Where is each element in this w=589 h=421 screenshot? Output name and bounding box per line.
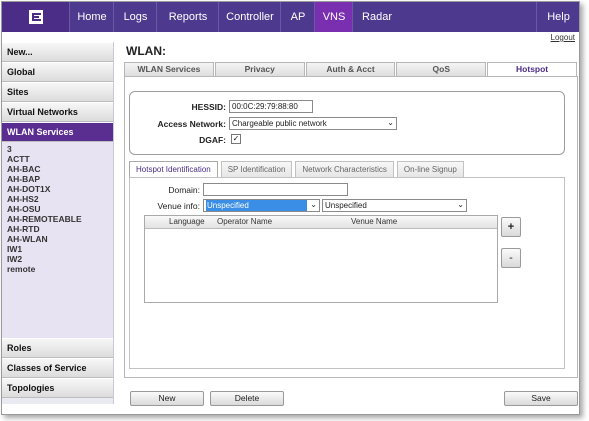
hotspot-general-box: HESSID: 00:0C:29:79:88:80 Access Network… — [129, 91, 565, 155]
access-network-select[interactable]: Chargeable public network ⌄ — [229, 117, 397, 130]
subtab-hotspot-identification[interactable]: Hotspot Identification — [129, 161, 218, 177]
tab-qos[interactable]: QoS — [396, 62, 487, 76]
venue-type-value: Unspecified — [325, 201, 367, 210]
list-item[interactable]: ACTT — [7, 154, 113, 164]
chevron-down-icon: ⌄ — [457, 200, 464, 209]
brand-logo-icon-svg — [28, 10, 43, 24]
list-item[interactable]: AH-REMOTEABLE — [7, 214, 113, 224]
brand-logo-icon[interactable] — [2, 2, 69, 32]
list-item[interactable]: 3 — [7, 144, 113, 154]
wlan-services-list: 3 ACTT AH-BAC AH-BAP AH-DOT1X AH-HS2 AH-… — [2, 142, 113, 340]
save-button[interactable]: Save — [504, 391, 578, 406]
wlan-tab-bar: WLAN Services Privacy Auth & Acct QoS Ho… — [124, 62, 578, 76]
access-network-label: Access Network: — [157, 119, 226, 129]
hessid-label: HESSID: — [191, 102, 226, 112]
add-button[interactable]: + — [501, 217, 521, 237]
domain-label: Domain: — [168, 185, 200, 195]
sidebar-item-virtual-networks[interactable]: Virtual Networks — [2, 102, 113, 122]
page-title: WLAN: — [126, 44, 166, 58]
nav-reports[interactable]: Reports — [156, 2, 219, 32]
hotspot-panel: HESSID: 00:0C:29:79:88:80 Access Network… — [124, 76, 578, 378]
sidebar-item-global[interactable]: Global — [2, 62, 113, 82]
sidebar-item-sites[interactable]: Sites — [2, 82, 113, 102]
dgaf-checkbox[interactable]: ✓ — [231, 134, 241, 144]
chevron-down-icon: ⌄ — [387, 118, 394, 127]
column-header-venue-name[interactable]: Venue Name — [351, 216, 397, 228]
remove-button[interactable]: - — [501, 248, 521, 268]
list-item[interactable]: AH-RTD — [7, 224, 113, 234]
tab-hotspot[interactable]: Hotspot — [487, 62, 577, 76]
column-header-operator-name[interactable]: Operator Name — [217, 216, 272, 228]
sidebar-item-topologies[interactable]: Topologies — [2, 378, 113, 398]
venue-group-value: Unspecified — [206, 200, 307, 211]
app-window: Home Logs Reports Controller AP VNS Rada… — [1, 1, 580, 415]
venue-type-select[interactable]: Unspecified ⌄ — [322, 199, 467, 212]
sidebar-bottom-group: Roles Classes of Service Topologies — [2, 338, 113, 398]
nav-vns[interactable]: VNS — [314, 2, 353, 32]
nav-help[interactable]: Help — [536, 2, 579, 32]
venue-info-label: Venue info: — [157, 201, 200, 211]
nav-home[interactable]: Home — [69, 2, 114, 32]
list-item[interactable]: IW1 — [7, 244, 113, 254]
domain-field[interactable] — [203, 183, 348, 196]
sidebar-item-classes-of-service[interactable]: Classes of Service — [2, 358, 113, 378]
sidebar-item-wlan-services[interactable]: WLAN Services — [2, 122, 113, 142]
column-header-language[interactable]: Language — [169, 216, 205, 228]
list-item[interactable]: remote — [7, 264, 113, 274]
sidebar: New... Global Sites Virtual Networks WLA… — [2, 42, 114, 404]
tab-privacy[interactable]: Privacy — [214, 62, 305, 76]
list-item[interactable]: AH-BAP — [7, 174, 113, 184]
list-item[interactable]: AH-BAC — [7, 164, 113, 174]
logout-link[interactable]: Logout — [551, 33, 575, 42]
list-item[interactable]: AH-HS2 — [7, 194, 113, 204]
dgaf-label: DGAF: — [199, 135, 226, 145]
hotspot-subtab-bar: Hotspot Identification SP Identification… — [129, 161, 567, 177]
nav-radar[interactable]: Radar — [352, 2, 401, 32]
list-item[interactable]: AH-DOT1X — [7, 184, 113, 194]
venue-group-select[interactable]: Unspecified ⌄ — [203, 199, 320, 212]
list-item[interactable]: AH-WLAN — [7, 234, 113, 244]
nav-ap[interactable]: AP — [280, 2, 315, 32]
hessid-field[interactable]: 00:0C:29:79:88:80 — [229, 100, 313, 113]
nav-logs[interactable]: Logs — [113, 2, 157, 32]
subtab-sp-identification[interactable]: SP Identification — [220, 161, 293, 177]
list-item[interactable]: AH-OSU — [7, 204, 113, 214]
subtab-network-characteristics[interactable]: Network Characteristics — [295, 161, 394, 177]
tab-auth-acct[interactable]: Auth & Acct — [305, 62, 396, 76]
new-button[interactable]: New — [130, 391, 204, 406]
top-nav-bar: Home Logs Reports Controller AP VNS Rada… — [2, 2, 579, 32]
chevron-down-icon: ⌄ — [310, 200, 317, 209]
nav-controller[interactable]: Controller — [218, 2, 281, 32]
table-header: Language Operator Name Venue Name — [145, 216, 497, 229]
hotspot-identification-panel: Domain: Venue info: Unspecified ⌄ Unspec… — [129, 177, 565, 369]
tab-wlan-services[interactable]: WLAN Services — [124, 62, 214, 76]
sidebar-item-roles[interactable]: Roles — [2, 338, 113, 358]
venue-name-table: Language Operator Name Venue Name — [144, 215, 498, 303]
subtab-online-signup[interactable]: On-line Signup — [396, 161, 464, 177]
sidebar-item-new[interactable]: New... — [2, 42, 113, 62]
list-item[interactable]: IW2 — [7, 254, 113, 264]
access-network-value: Chargeable public network — [232, 119, 327, 128]
delete-button[interactable]: Delete — [210, 391, 284, 406]
main-content: WLAN: WLAN Services Privacy Auth & Acct … — [122, 42, 578, 406]
